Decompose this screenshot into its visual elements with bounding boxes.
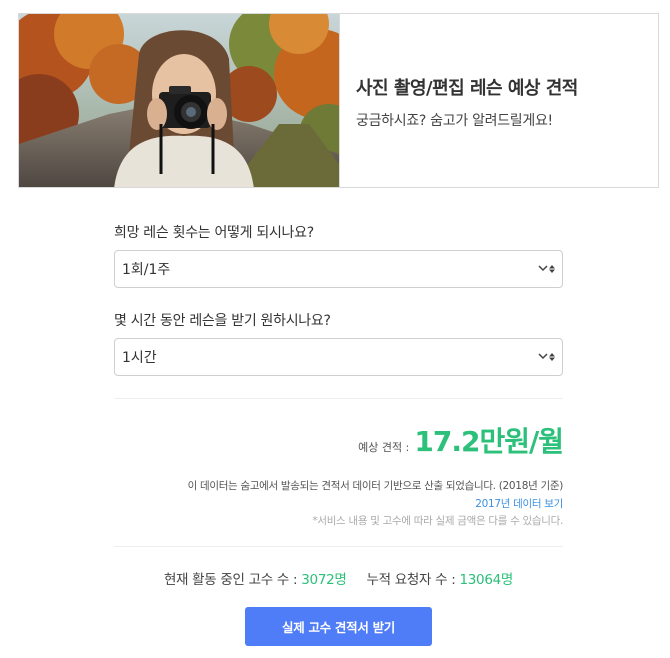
estimate-form: 희망 레슨 횟수는 어떻게 되시나요? 1회/1주 몇 시간 동안 레슨을 받기… [114, 222, 563, 376]
total-requesters-count: 13064명 [459, 572, 514, 588]
active-experts-label: 현재 활동 중인 고수 수 : [163, 572, 298, 588]
get-real-quotes-button[interactable]: 실제 고수 견적서 받기 [245, 607, 432, 646]
lesson-frequency-label: 희망 레슨 횟수는 어떻게 되시나요? [114, 225, 314, 241]
active-experts-count: 3072명 [301, 572, 347, 588]
chevron-down-icon [538, 262, 556, 276]
hero-subtitle: 궁금하시죠? 숨고가 알려드릴게요! [356, 113, 553, 129]
hero-title: 사진 촬영/편집 레슨 예상 견적 [356, 78, 578, 99]
previous-data-link[interactable]: 2017년 데이터 보기 [114, 496, 563, 511]
divider [114, 398, 563, 399]
estimate-label: 예상 견적 : [358, 441, 410, 454]
estimate-result: 예상 견적 : 17.2만원/월 [114, 420, 564, 460]
photographer-photo [19, 14, 339, 187]
chevron-down-icon [538, 350, 556, 364]
data-source-note: 이 데이터는 숨고에서 발송되는 견적서 데이터 기반으로 산출 되었습니다. … [187, 480, 564, 492]
lesson-duration-value: 1시간 [122, 350, 157, 366]
hero-text: 사진 촬영/편집 레슨 예상 견적 궁금하시죠? 숨고가 알려드릴게요! [339, 14, 658, 187]
price-disclaimer: *서비스 내용 및 고수에 따라 실제 금액은 다를 수 있습니다. [312, 515, 563, 527]
estimate-value: 17.2만원/월 [414, 425, 564, 458]
lesson-frequency-select[interactable]: 1회/1주 [114, 250, 563, 288]
lesson-duration-label: 몇 시간 동안 레슨을 받기 원하시나요? [114, 313, 331, 329]
stats-line: 현재 활동 중인 고수 수 : 3072명 누적 요청자 수 : 13064명 [114, 568, 563, 588]
lesson-duration-select[interactable]: 1시간 [114, 338, 563, 376]
divider [114, 546, 563, 547]
total-requesters-label: 누적 요청자 수 : [366, 572, 456, 588]
hero-banner: 사진 촬영/편집 레슨 예상 견적 궁금하시죠? 숨고가 알려드릴게요! [18, 13, 659, 188]
lesson-frequency-value: 1회/1주 [122, 262, 171, 278]
hero-photo [19, 14, 339, 187]
